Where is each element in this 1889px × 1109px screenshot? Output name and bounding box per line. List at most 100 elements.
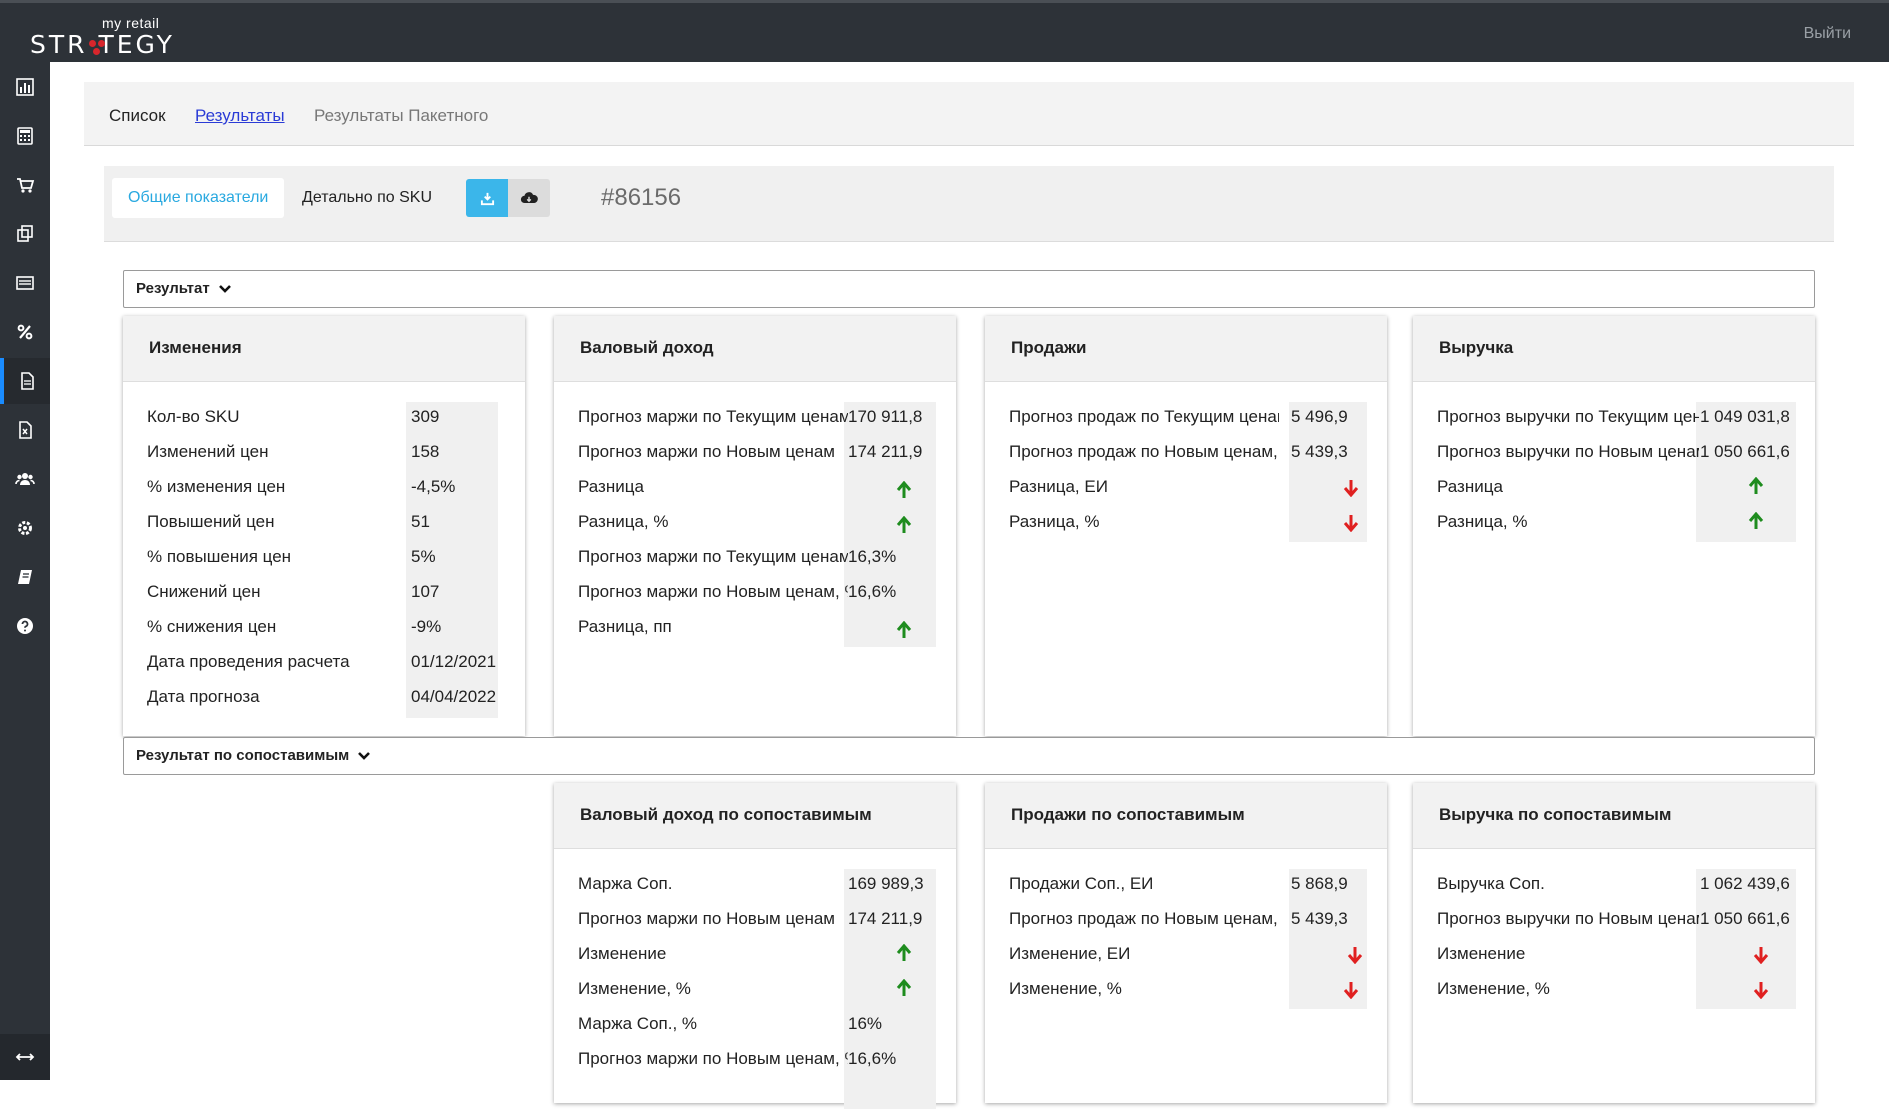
table-row: Разница — [1413, 472, 1815, 507]
table-row: Прогноз маржи по Новым ценам 174 211,9 — [578, 442, 923, 461]
card-body: Прогноз выручки по Текущим ценам 1 049 03… — [1413, 382, 1815, 542]
table-row: Прогноз маржи по Новым ценам, % 16,6% — [578, 1049, 897, 1068]
table-row: Изменение, ЕИ — [985, 939, 1387, 974]
table-row: Кол-во SKU 309 — [147, 407, 440, 426]
chart-icon[interactable] — [0, 64, 50, 110]
table-row: Прогноз маржи по Текущим ценам, % 16,3% — [578, 547, 897, 566]
arrow-down-icon — [1753, 982, 1769, 999]
help-icon[interactable] — [0, 603, 50, 649]
calculator-icon[interactable] — [0, 113, 50, 159]
copy-icon[interactable] — [0, 211, 50, 257]
tab-general-indicators[interactable]: Общие показатели — [112, 178, 285, 218]
nav-results-link[interactable]: Результаты — [195, 106, 285, 126]
arrow-up-icon — [896, 516, 912, 533]
table-row: Разница, % — [985, 507, 1387, 542]
table-row: Прогноз продаж по Новым ценам, ЕИ 5 439,3 — [1009, 442, 1348, 461]
book-icon[interactable] — [0, 554, 50, 600]
card-gross-income: Валовый доход Прогноз маржи по Текущим ц… — [554, 316, 956, 736]
card-changes: Изменения Кол-во SKU 309 Изменений цен 158… — [123, 316, 525, 736]
table-row: Изменение, % — [985, 974, 1387, 1009]
table-row: Прогноз продаж по Новым ценам, ЕИ 5 439,3 — [1009, 909, 1348, 928]
table-row: Разница, % — [1413, 507, 1815, 542]
arrow-up-icon — [896, 621, 912, 638]
table-row: Разница — [554, 472, 956, 507]
table-row: Разница, % — [554, 507, 956, 542]
card-body: Маржа Соп. 169 989,3 Прогноз маржи по Нов… — [554, 849, 956, 1109]
tab-detail-by-sku[interactable]: Детально по SKU — [286, 178, 448, 218]
table-row: Дата проведения расчета 01/12/2021 — [147, 652, 497, 671]
logo-tagline: my retail — [102, 15, 160, 31]
users-icon[interactable] — [0, 456, 50, 502]
logo: my retail STR TEGY — [30, 13, 180, 59]
card-body: Прогноз продаж по Текущим ценам 5 496,9 П… — [985, 382, 1387, 542]
table-row: Повышений цен 51 — [147, 512, 430, 531]
section-result-label: Результат — [136, 280, 210, 297]
table-row: Прогноз выручки по Новым ценам 1 050 661,… — [1437, 442, 1790, 461]
gear-icon[interactable] — [0, 505, 50, 551]
download-icon — [480, 192, 494, 205]
table-row: Снижений цен 107 — [147, 582, 440, 601]
table-row: Маржа Соп. 169 989,3 — [578, 874, 924, 893]
table-row: Прогноз маржи по Новым ценам, % 16,6% — [578, 582, 897, 601]
excel-file-icon[interactable] — [0, 407, 50, 453]
section-result-comparable-toggle[interactable]: Результат по сопоставимым — [123, 737, 1815, 775]
download-button[interactable] — [466, 179, 508, 217]
arrow-down-icon — [1347, 947, 1363, 964]
card-title: Валовый доход по сопоставимым — [554, 783, 956, 849]
arrow-down-icon — [1343, 982, 1359, 999]
collapse-sidebar-icon[interactable] — [0, 1034, 50, 1080]
table-row: Продажи Соп., ЕИ 5 868,9 — [1009, 874, 1348, 893]
percent-icon[interactable] — [0, 309, 50, 355]
section-result-comparable-label: Результат по сопоставимым — [136, 747, 350, 764]
table-row: Разница, пп — [554, 612, 956, 647]
card-revenue: Выручка Прогноз выручки по Текущим ценам… — [1413, 316, 1815, 736]
list-icon[interactable] — [0, 260, 50, 306]
table-row: Прогноз выручки по Новым ценам 1 050 661,… — [1437, 909, 1790, 928]
arrow-down-icon — [1343, 515, 1359, 532]
table-row: Выручка Соп. 1 062 439,6 — [1437, 874, 1790, 893]
card-body: Продажи Соп., ЕИ 5 868,9 Прогноз продаж п… — [985, 849, 1387, 1009]
cart-icon[interactable] — [0, 162, 50, 208]
table-row: Разница, ЕИ — [985, 472, 1387, 507]
chevron-down-icon — [218, 285, 231, 293]
logo-dots-icon — [89, 40, 113, 56]
document-icon[interactable] — [0, 358, 50, 404]
card-title: Выручка — [1413, 316, 1815, 382]
table-row: % снижения цен -9% — [147, 617, 442, 636]
section-result-toggle[interactable]: Результат — [123, 270, 1815, 308]
card-title: Изменения — [123, 316, 525, 382]
card-title: Валовый доход — [554, 316, 956, 382]
arrow-up-icon — [896, 979, 912, 996]
nav-list-link[interactable]: Список — [109, 106, 166, 126]
card-sales-comparable: Продажи по сопоставимым Продажи Соп., ЕИ… — [985, 783, 1387, 1103]
table-row: Маржа Соп., % 16% — [578, 1014, 883, 1033]
card-body: Кол-во SKU 309 Изменений цен 158 % изменен… — [123, 382, 525, 718]
card-title: Выручка по сопоставимым — [1413, 783, 1815, 849]
cloud-download-button[interactable] — [508, 179, 550, 217]
table-row: % изменения цен -4,5% — [147, 477, 456, 496]
table-row: Прогноз маржи по Новым ценам 174 211,9 — [578, 909, 923, 928]
top-bar: my retail STR TEGY Выйти — [0, 0, 1889, 62]
calculation-id: #86156 — [601, 184, 682, 211]
table-row: Изменение, % — [554, 974, 956, 1009]
arrow-up-icon — [896, 481, 912, 498]
table-row: Изменений цен 158 — [147, 442, 440, 461]
nav-batch-results-link[interactable]: Результаты Пакетного — [314, 106, 488, 126]
arrow-down-icon — [1753, 947, 1769, 964]
table-row: Прогноз маржи по Текущим ценам 170 911,8 — [578, 407, 923, 426]
card-title: Продажи по сопоставимым — [985, 783, 1387, 849]
sidebar — [0, 62, 50, 1080]
arrow-up-icon — [1748, 512, 1764, 529]
main-content: Список Результаты Результаты Пакетного О… — [50, 62, 1889, 1109]
table-row: Прогноз продаж по Текущим ценам 5 496,9 — [1009, 407, 1348, 426]
logout-link[interactable]: Выйти — [1804, 25, 1851, 43]
results-toolbar: Общие показатели Детально по SKU #86156 — [104, 166, 1834, 242]
card-gross-income-comparable: Валовый доход по сопоставимым Маржа Соп.… — [554, 783, 956, 1109]
table-row: Прогноз выручки по Текущим ценам 1 049 03… — [1437, 407, 1790, 426]
card-body: Прогноз маржи по Текущим ценам 170 911,8 … — [554, 382, 956, 647]
card-revenue-comparable: Выручка по сопоставимым Выручка Соп. 1 06… — [1413, 783, 1815, 1103]
table-row: Изменение, % — [1413, 974, 1815, 1009]
cloud-download-icon — [520, 191, 538, 203]
results-nav: Список Результаты Результаты Пакетного — [84, 82, 1854, 146]
arrow-down-icon — [1343, 480, 1359, 497]
